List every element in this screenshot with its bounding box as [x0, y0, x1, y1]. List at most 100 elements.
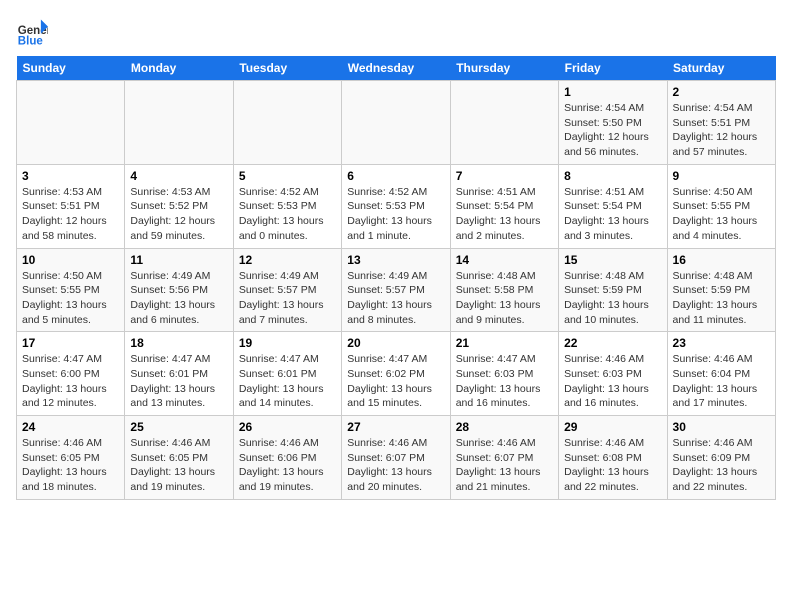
day-info: Sunrise: 4:48 AM Sunset: 5:59 PM Dayligh… — [564, 269, 661, 328]
day-number: 23 — [673, 336, 770, 350]
calendar-cell: 8Sunrise: 4:51 AM Sunset: 5:54 PM Daylig… — [559, 164, 667, 248]
weekday-header-wednesday: Wednesday — [342, 56, 450, 81]
day-number: 3 — [22, 169, 119, 183]
calendar-week-2: 3 Sunrise: 4:53 AM Sunset: 5:51 PM Daylig… — [17, 164, 776, 248]
weekday-header-friday: Friday — [559, 56, 667, 81]
day-number: 13 — [347, 253, 444, 267]
day-info: Sunrise: 4:46 AM Sunset: 6:03 PM Dayligh… — [564, 352, 661, 411]
calendar-body: 1 Sunrise: 4:54 AM Sunset: 5:50 PM Daylig… — [17, 81, 776, 500]
calendar-cell — [342, 81, 450, 165]
day-number: 15 — [564, 253, 661, 267]
calendar-cell: 26 Sunrise: 4:46 AM Sunset: 6:06 PM Dayli… — [233, 416, 341, 500]
day-info: Sunrise: 4:48 AM Sunset: 5:58 PM Dayligh… — [456, 269, 553, 328]
calendar-cell — [17, 81, 125, 165]
day-info: Sunrise: 4:46 AM Sunset: 6:05 PM Dayligh… — [22, 436, 119, 495]
day-info: Sunrise: 4:52 AM Sunset: 5:53 PM Dayligh… — [347, 185, 444, 244]
day-number: 4 — [130, 169, 227, 183]
day-number: 28 — [456, 420, 553, 434]
calendar-week-1: 1 Sunrise: 4:54 AM Sunset: 5:50 PM Daylig… — [17, 81, 776, 165]
day-number: 2 — [673, 85, 770, 99]
day-info: Sunrise: 4:50 AM Sunset: 5:55 PM Dayligh… — [22, 269, 119, 328]
calendar-table: SundayMondayTuesdayWednesdayThursdayFrid… — [16, 56, 776, 500]
calendar-cell: 28 Sunrise: 4:46 AM Sunset: 6:07 PM Dayli… — [450, 416, 558, 500]
weekday-row: SundayMondayTuesdayWednesdayThursdayFrid… — [17, 56, 776, 81]
calendar-cell: 21Sunrise: 4:47 AM Sunset: 6:03 PM Dayli… — [450, 332, 558, 416]
day-number: 14 — [456, 253, 553, 267]
calendar-cell: 22 Sunrise: 4:46 AM Sunset: 6:03 PM Dayli… — [559, 332, 667, 416]
day-number: 6 — [347, 169, 444, 183]
day-info: Sunrise: 4:48 AM Sunset: 5:59 PM Dayligh… — [673, 269, 770, 328]
day-info: Sunrise: 4:49 AM Sunset: 5:57 PM Dayligh… — [347, 269, 444, 328]
calendar-cell: 13 Sunrise: 4:49 AM Sunset: 5:57 PM Dayli… — [342, 248, 450, 332]
logo-icon: General Blue — [16, 16, 48, 48]
day-info: Sunrise: 4:49 AM Sunset: 5:57 PM Dayligh… — [239, 269, 336, 328]
day-info: Sunrise: 4:46 AM Sunset: 6:09 PM Dayligh… — [673, 436, 770, 495]
page-header: General Blue — [16, 16, 776, 48]
day-info: Sunrise: 4:47 AM Sunset: 6:01 PM Dayligh… — [130, 352, 227, 411]
calendar-week-4: 17 Sunrise: 4:47 AM Sunset: 6:00 PM Dayli… — [17, 332, 776, 416]
day-number: 19 — [239, 336, 336, 350]
calendar-cell: 2Sunrise: 4:54 AM Sunset: 5:51 PM Daylig… — [667, 81, 775, 165]
weekday-header-monday: Monday — [125, 56, 233, 81]
calendar-cell — [450, 81, 558, 165]
day-number: 30 — [673, 420, 770, 434]
calendar-cell: 30 Sunrise: 4:46 AM Sunset: 6:09 PM Dayli… — [667, 416, 775, 500]
day-info: Sunrise: 4:46 AM Sunset: 6:06 PM Dayligh… — [239, 436, 336, 495]
day-number: 5 — [239, 169, 336, 183]
svg-text:Blue: Blue — [18, 35, 44, 47]
day-number: 1 — [564, 85, 661, 99]
calendar-cell: 9 Sunrise: 4:50 AM Sunset: 5:55 PM Daylig… — [667, 164, 775, 248]
day-number: 12 — [239, 253, 336, 267]
day-number: 26 — [239, 420, 336, 434]
day-info: Sunrise: 4:46 AM Sunset: 6:07 PM Dayligh… — [347, 436, 444, 495]
day-number: 11 — [130, 253, 227, 267]
day-number: 18 — [130, 336, 227, 350]
day-info: Sunrise: 4:54 AM Sunset: 5:50 PM Dayligh… — [564, 101, 661, 160]
calendar-cell: 12 Sunrise: 4:49 AM Sunset: 5:57 PM Dayli… — [233, 248, 341, 332]
weekday-header-thursday: Thursday — [450, 56, 558, 81]
calendar-cell: 17 Sunrise: 4:47 AM Sunset: 6:00 PM Dayli… — [17, 332, 125, 416]
calendar-cell: 20 Sunrise: 4:47 AM Sunset: 6:02 PM Dayli… — [342, 332, 450, 416]
calendar-cell: 27Sunrise: 4:46 AM Sunset: 6:07 PM Dayli… — [342, 416, 450, 500]
calendar-cell: 7 Sunrise: 4:51 AM Sunset: 5:54 PM Daylig… — [450, 164, 558, 248]
calendar-cell: 6 Sunrise: 4:52 AM Sunset: 5:53 PM Daylig… — [342, 164, 450, 248]
day-info: Sunrise: 4:46 AM Sunset: 6:07 PM Dayligh… — [456, 436, 553, 495]
calendar-week-5: 24 Sunrise: 4:46 AM Sunset: 6:05 PM Dayli… — [17, 416, 776, 500]
calendar-cell: 10 Sunrise: 4:50 AM Sunset: 5:55 PM Dayli… — [17, 248, 125, 332]
day-info: Sunrise: 4:53 AM Sunset: 5:52 PM Dayligh… — [130, 185, 227, 244]
calendar-cell: 23 Sunrise: 4:46 AM Sunset: 6:04 PM Dayli… — [667, 332, 775, 416]
day-info: Sunrise: 4:47 AM Sunset: 6:00 PM Dayligh… — [22, 352, 119, 411]
calendar-cell: 18 Sunrise: 4:47 AM Sunset: 6:01 PM Dayli… — [125, 332, 233, 416]
calendar-cell: 19 Sunrise: 4:47 AM Sunset: 6:01 PM Dayli… — [233, 332, 341, 416]
day-number: 20 — [347, 336, 444, 350]
calendar-cell: 11 Sunrise: 4:49 AM Sunset: 5:56 PM Dayli… — [125, 248, 233, 332]
calendar-cell: 5 Sunrise: 4:52 AM Sunset: 5:53 PM Daylig… — [233, 164, 341, 248]
calendar-header: SundayMondayTuesdayWednesdayThursdayFrid… — [17, 56, 776, 81]
day-number: 9 — [673, 169, 770, 183]
day-info: Sunrise: 4:52 AM Sunset: 5:53 PM Dayligh… — [239, 185, 336, 244]
day-info: Sunrise: 4:46 AM Sunset: 6:08 PM Dayligh… — [564, 436, 661, 495]
calendar-cell — [125, 81, 233, 165]
calendar-cell: 4 Sunrise: 4:53 AM Sunset: 5:52 PM Daylig… — [125, 164, 233, 248]
day-number: 10 — [22, 253, 119, 267]
calendar-cell: 24 Sunrise: 4:46 AM Sunset: 6:05 PM Dayli… — [17, 416, 125, 500]
day-info: Sunrise: 4:51 AM Sunset: 5:54 PM Dayligh… — [456, 185, 553, 244]
day-info: Sunrise: 4:47 AM Sunset: 6:02 PM Dayligh… — [347, 352, 444, 411]
day-number: 8 — [564, 169, 661, 183]
calendar-cell: 25Sunrise: 4:46 AM Sunset: 6:05 PM Dayli… — [125, 416, 233, 500]
weekday-header-tuesday: Tuesday — [233, 56, 341, 81]
day-number: 17 — [22, 336, 119, 350]
calendar-cell — [233, 81, 341, 165]
logo: General Blue — [16, 16, 52, 48]
day-number: 7 — [456, 169, 553, 183]
day-info: Sunrise: 4:53 AM Sunset: 5:51 PM Dayligh… — [22, 185, 119, 244]
day-info: Sunrise: 4:47 AM Sunset: 6:01 PM Dayligh… — [239, 352, 336, 411]
day-info: Sunrise: 4:50 AM Sunset: 5:55 PM Dayligh… — [673, 185, 770, 244]
day-info: Sunrise: 4:49 AM Sunset: 5:56 PM Dayligh… — [130, 269, 227, 328]
day-number: 16 — [673, 253, 770, 267]
calendar-cell: 29Sunrise: 4:46 AM Sunset: 6:08 PM Dayli… — [559, 416, 667, 500]
day-number: 22 — [564, 336, 661, 350]
day-info: Sunrise: 4:46 AM Sunset: 6:04 PM Dayligh… — [673, 352, 770, 411]
day-number: 24 — [22, 420, 119, 434]
day-number: 25 — [130, 420, 227, 434]
